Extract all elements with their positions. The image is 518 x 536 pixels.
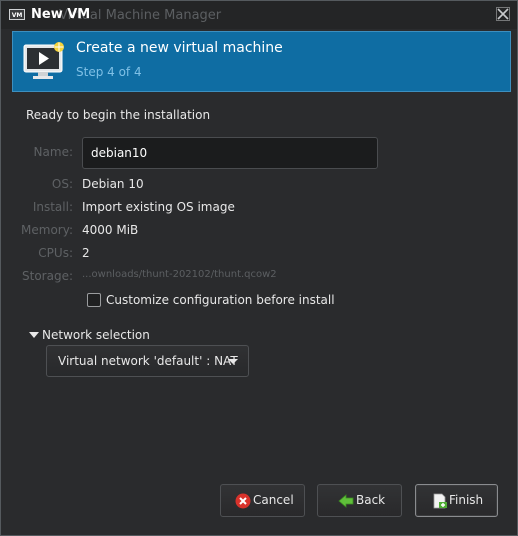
new-vm-monitor-icon — [23, 42, 64, 79]
back-button[interactable]: Back — [317, 484, 402, 517]
memory-value: 4000 MiB — [82, 223, 139, 237]
name-label: Name: — [33, 145, 73, 159]
svg-text:VM: VM — [12, 12, 23, 19]
storage-value: ...ownloads/thunt-202102/thunt.qcow2 — [82, 269, 277, 280]
cpus-value: 2 — [82, 246, 90, 260]
storage-label: Storage: — [22, 269, 73, 283]
cancel-button[interactable]: Cancel — [220, 484, 305, 517]
os-value: Debian 10 — [82, 177, 144, 191]
network-selection-label: Network selection — [42, 328, 150, 342]
finish-label: Finish — [449, 493, 484, 507]
back-label: Back — [356, 493, 386, 507]
finish-icon — [433, 493, 447, 509]
title-bar[interactable]: VM Virtual Machine Manager New VM — [1, 1, 517, 29]
cpus-label: CPUs: — [38, 246, 73, 260]
chevron-down-icon — [29, 332, 39, 338]
install-label: Install: — [32, 200, 73, 214]
cancel-label: Cancel — [253, 493, 294, 507]
wizard-title: Create a new virtual machine — [76, 40, 283, 56]
os-label: OS: — [51, 177, 73, 191]
customize-label[interactable]: Customize configuration before install — [106, 293, 335, 307]
cancel-icon — [235, 493, 251, 509]
wizard-step: Step 4 of 4 — [76, 65, 142, 79]
close-icon[interactable] — [495, 6, 511, 22]
back-arrow-icon — [338, 494, 354, 508]
vm-name-input[interactable] — [82, 137, 378, 169]
customize-checkbox[interactable] — [87, 293, 101, 307]
vm-app-icon: VM — [9, 9, 25, 20]
window-title: New VM — [31, 7, 91, 22]
dropdown-arrow-icon — [228, 359, 238, 364]
network-source-dropdown[interactable]: Virtual network 'default' : NAT — [46, 345, 249, 377]
network-source-value: Virtual network 'default' : NAT — [58, 354, 238, 368]
wizard-banner: Create a new virtual machine Step 4 of 4 — [12, 31, 511, 92]
memory-label: Memory: — [21, 223, 73, 237]
install-value: Import existing OS image — [82, 200, 235, 214]
new-vm-dialog: VM Virtual Machine Manager New VM Create… — [0, 0, 518, 536]
finish-button[interactable]: Finish — [415, 484, 498, 517]
ready-message: Ready to begin the installation — [26, 108, 211, 122]
